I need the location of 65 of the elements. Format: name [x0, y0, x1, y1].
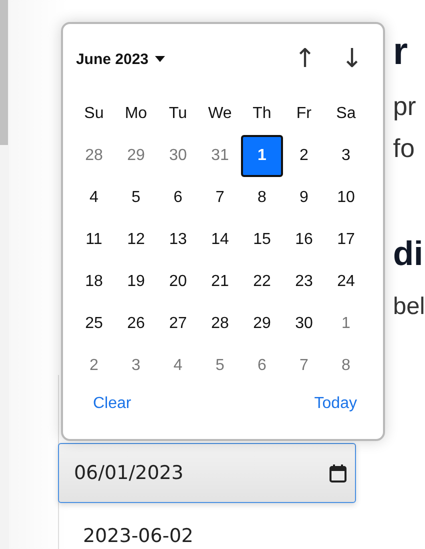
- calendar-day[interactable]: 10: [324, 177, 367, 219]
- section-text: bel: [392, 295, 425, 319]
- calendar-day[interactable]: 2: [282, 135, 325, 177]
- calendar-day[interactable]: 6: [156, 177, 199, 219]
- calendar-day[interactable]: 27: [156, 303, 199, 345]
- calendar-day[interactable]: 6: [240, 345, 283, 387]
- calendar-day[interactable]: 1: [324, 303, 367, 345]
- calendar-day[interactable]: 13: [156, 219, 199, 261]
- next-month-button[interactable]: ↓: [330, 44, 373, 74]
- calendar-day[interactable]: 21: [198, 261, 241, 303]
- clear-link[interactable]: Clear: [92, 395, 132, 413]
- calendar-day[interactable]: 1: [240, 135, 283, 177]
- calendar-day[interactable]: 22: [240, 261, 283, 303]
- calendar-day[interactable]: 3: [114, 345, 157, 387]
- calendar-day[interactable]: 2: [72, 345, 115, 387]
- calendar-day[interactable]: 12: [114, 219, 157, 261]
- calendar-day[interactable]: 26: [114, 303, 157, 345]
- calendar-day[interactable]: 4: [156, 345, 199, 387]
- calendar-day[interactable]: 8: [240, 177, 283, 219]
- calendar-day[interactable]: 14: [198, 219, 241, 261]
- intro-text: pr: [392, 93, 416, 119]
- caret-icon: [154, 56, 165, 62]
- calendar-icon[interactable]: [328, 464, 347, 482]
- calendar-day[interactable]: 17: [324, 219, 367, 261]
- weekday-label: We: [207, 104, 233, 124]
- table-cell-text: 2023-06-02: [82, 525, 194, 547]
- calendar-day[interactable]: 29: [114, 135, 157, 177]
- calendar-day[interactable]: 30: [282, 303, 325, 345]
- calendar-day[interactable]: 4: [72, 177, 115, 219]
- calendar-day[interactable]: 18: [72, 261, 115, 303]
- calendar-day[interactable]: 28: [72, 135, 115, 177]
- intro-text: fo: [392, 135, 415, 161]
- date-value: 06/01/2023: [74, 462, 184, 484]
- calendar-day[interactable]: 7: [282, 345, 325, 387]
- calendar-day[interactable]: 16: [282, 219, 325, 261]
- calendar-day[interactable]: 25: [72, 303, 115, 345]
- calendar-day[interactable]: 8: [324, 345, 367, 387]
- month-selector[interactable]: June 2023: [76, 50, 165, 68]
- weekday-label: Th: [252, 104, 272, 124]
- calendar-day[interactable]: 23: [282, 261, 325, 303]
- calendar-day[interactable]: 7: [198, 177, 241, 219]
- calendar-day[interactable]: 31: [198, 135, 241, 177]
- page-heading: r: [392, 33, 408, 71]
- calendar-day[interactable]: 11: [72, 219, 115, 261]
- calendar-day[interactable]: 5: [114, 177, 157, 219]
- calendar-day[interactable]: 15: [240, 219, 283, 261]
- calendar-day[interactable]: 19: [114, 261, 157, 303]
- calendar-day[interactable]: 29: [240, 303, 283, 345]
- section-heading: di: [392, 237, 424, 271]
- weekday-label: Mo: [124, 104, 148, 124]
- weekday-label: Su: [83, 104, 105, 124]
- weekday-label: Tu: [168, 104, 188, 124]
- weekday-label: Fr: [295, 104, 313, 124]
- calendar-day[interactable]: 28: [198, 303, 241, 345]
- scrollbar-thumb[interactable]: [0, 0, 8, 145]
- calendar-day[interactable]: 30: [156, 135, 199, 177]
- date-input-field[interactable]: 06/01/2023: [58, 443, 356, 503]
- calendar-day[interactable]: 5: [198, 345, 241, 387]
- previous-month-button[interactable]: ↑: [284, 44, 326, 74]
- calendar-day[interactable]: 24: [324, 261, 367, 303]
- calendar-day[interactable]: 20: [156, 261, 199, 303]
- calendar-day[interactable]: 9: [282, 177, 325, 219]
- today-link[interactable]: Today: [314, 395, 357, 413]
- weekday-label: Sa: [335, 104, 357, 124]
- calendar-day[interactable]: 3: [324, 135, 367, 177]
